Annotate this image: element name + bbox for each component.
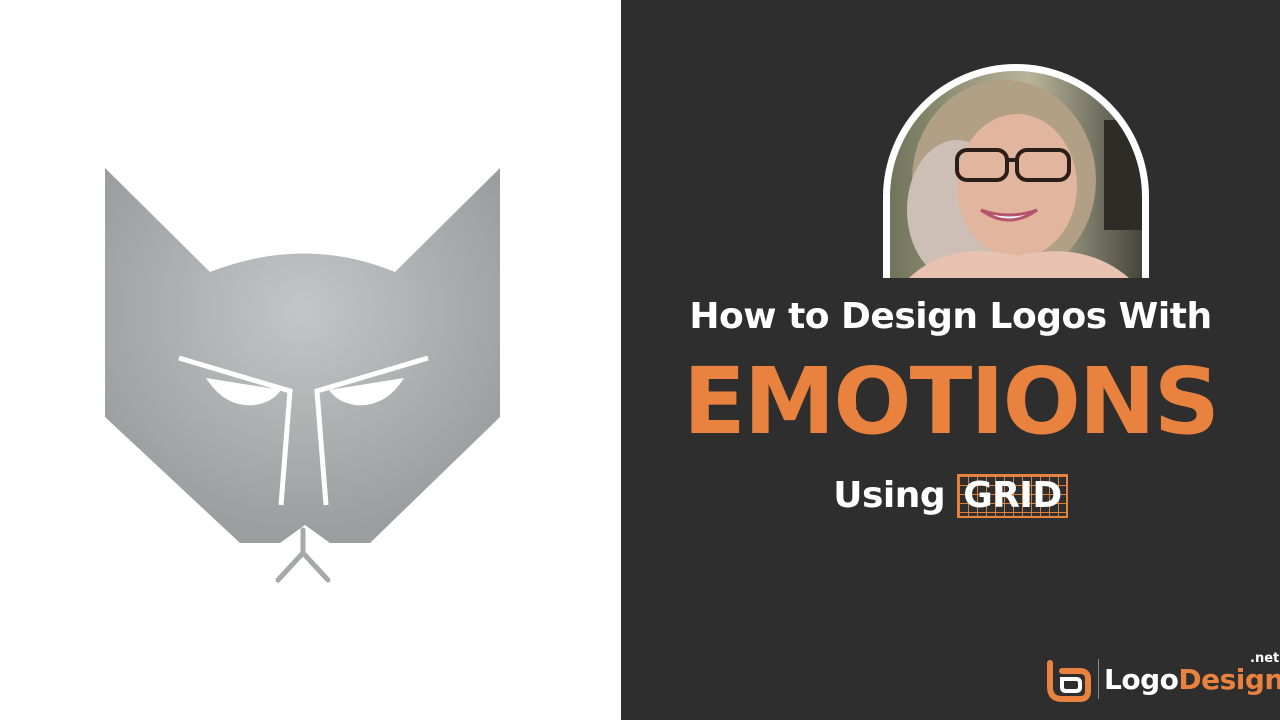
smile-face-icon — [855, 390, 887, 417]
wolf-logo-icon — [105, 168, 500, 583]
brand-wordmark: LogoDesign — [1104, 663, 1280, 696]
grid-word: GRID — [957, 474, 1068, 518]
left-panel — [0, 0, 621, 720]
brand-design-word: Design — [1178, 663, 1280, 696]
using-text: Using — [833, 475, 946, 516]
emotions-o-smile: O — [833, 352, 911, 452]
presenter-avatar — [879, 60, 1153, 278]
emotions-part-3: TI — [909, 348, 1005, 455]
brand-logo-word: Logo — [1104, 663, 1179, 696]
emotions-part-5: NS — [1078, 348, 1220, 455]
title-line-3: Using GRID — [621, 474, 1280, 518]
brand-logo: LogoDesign .net — [1046, 651, 1280, 705]
emotions-part-1: EM — [682, 348, 835, 455]
brand-divider — [1098, 659, 1099, 699]
frown-face-icon — [1027, 390, 1055, 418]
logodesign-mark-icon — [1047, 660, 1091, 702]
title-line-1: How to Design Logos With — [689, 296, 1212, 337]
emotions-o-frown: O — [1003, 352, 1081, 452]
title-emotions: EMO TIO NS — [621, 352, 1280, 452]
brand-suffix: .net — [1250, 651, 1280, 666]
